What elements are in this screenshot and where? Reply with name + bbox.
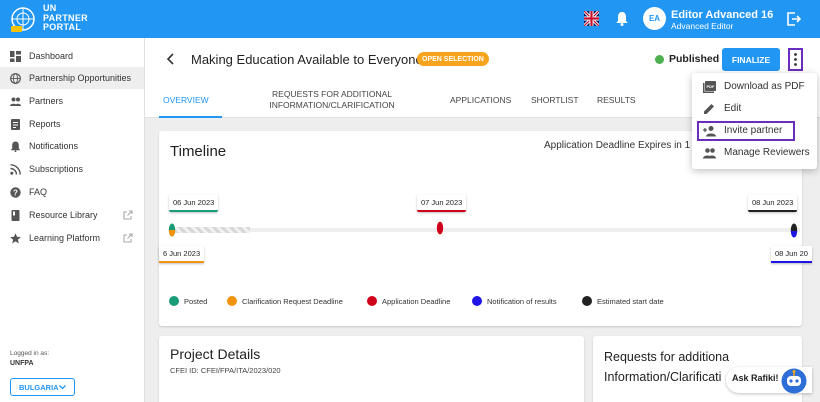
pencil-icon [704, 104, 714, 114]
date-tag-posted: 06 Jun 2023 [169, 195, 219, 212]
tab-applications[interactable]: APPLICATIONS [450, 95, 511, 106]
country-selector[interactable]: BULGARIA [10, 378, 75, 396]
robot-assistant-icon[interactable] [781, 368, 807, 394]
tab-results[interactable]: RESULTS [597, 95, 636, 106]
finalize-button[interactable]: FINALIZE [722, 48, 780, 71]
bell-icon [11, 141, 20, 152]
sidebar-item-label: Resource Library [29, 210, 98, 220]
application-deadline-marker [436, 221, 444, 235]
rss-icon [10, 163, 21, 175]
timeline-track [170, 228, 800, 232]
menu-item-label: Download as PDF [724, 81, 805, 92]
sidebar-item-label: Notifications [29, 141, 79, 151]
logged-in-org: UNFPA [10, 360, 34, 367]
legend-start-date: Estimated start date [582, 296, 664, 306]
date-tag-notification: 08 Jun 20 [771, 246, 812, 263]
top-bar: UN PARTNER PORTAL EA Editor Advanced 16 … [0, 0, 820, 38]
legend-dot [367, 296, 377, 306]
project-details-title: Project Details [170, 346, 261, 362]
ask-assistant-label: Ask Rafiki! [732, 373, 779, 383]
posted-marker [168, 223, 176, 237]
uk-flag-icon[interactable] [584, 11, 599, 26]
user-name[interactable]: Editor Advanced 16 [671, 9, 773, 21]
legend-notification: Notification of results [472, 296, 557, 306]
report-icon [11, 118, 20, 130]
status-badge: OPEN SELECTION [417, 52, 489, 66]
bell-icon[interactable] [615, 11, 629, 26]
start-date-marker [790, 223, 798, 238]
date-tag-start-date: 08 Jun 2023 [748, 195, 798, 212]
tab-overview[interactable]: OVERVIEW [163, 95, 209, 106]
menu-item-download-pdf[interactable]: PDF Download as PDF [692, 76, 817, 98]
sidebar-item-label: Partners [29, 96, 64, 106]
kebab-menu-icon [794, 53, 797, 66]
sidebar-item-partners[interactable]: Partners [0, 90, 144, 112]
deadline-countdown: Application Deadline Expires in 1 c [544, 140, 698, 151]
help-icon: ? [10, 186, 21, 198]
published-label: Published [669, 53, 720, 65]
timeline-title: Timeline [170, 143, 227, 160]
sidebar-item-label: Partnership Opportunities [29, 73, 132, 83]
back-arrow-icon[interactable] [166, 53, 176, 65]
date-tag-clarification: 6 Jun 2023 [159, 246, 205, 263]
invite-partner-highlight [697, 121, 795, 141]
external-link-icon [123, 210, 133, 220]
legend-posted: Posted [169, 296, 207, 306]
un-logo-icon[interactable] [8, 4, 38, 34]
sidebar-item-label: FAQ [29, 187, 48, 197]
external-link-icon [123, 233, 133, 243]
group-icon [703, 148, 716, 159]
avatar[interactable]: EA [643, 7, 666, 30]
logout-icon[interactable] [787, 12, 801, 26]
date-tag-application-deadline: 07 Jun 2023 [417, 195, 467, 212]
sidebar-item-notifications[interactable]: Notifications [0, 135, 144, 157]
svg-text:PDF: PDF [707, 84, 716, 89]
requests-title: Requests for additional Information/Clar… [604, 350, 729, 384]
sidebar-item-label: Learning Platform [29, 233, 101, 243]
svg-text:?: ? [13, 188, 18, 197]
sidebar-item-resource-library[interactable]: Resource Library [0, 204, 144, 226]
legend-dot [169, 296, 179, 306]
menu-item-label: Edit [724, 103, 742, 114]
more-options-button[interactable] [788, 48, 803, 71]
published-status-dot [655, 55, 664, 64]
sidebar-item-reports[interactable]: Reports [0, 113, 144, 135]
legend-dot [582, 296, 592, 306]
sidebar-item-subscriptions[interactable]: Subscriptions [0, 158, 144, 180]
chevron-down-icon [59, 385, 66, 390]
sidebar-item-learning-platform[interactable]: Learning Platform [0, 227, 144, 249]
sidebar-item-partnership-opportunities[interactable]: Partnership Opportunities [0, 67, 144, 89]
timeline-elapsed-bar [175, 227, 250, 233]
star-icon [10, 232, 21, 243]
sidebar-item-label: Dashboard [29, 51, 74, 61]
sidebar: Dashboard Partnership Opportunities Part… [0, 38, 145, 402]
legend-dot [227, 296, 237, 306]
dashboard-icon [10, 50, 21, 62]
logged-in-label: Logged in as: [10, 350, 50, 357]
legend-dot [472, 296, 482, 306]
sidebar-item-faq[interactable]: ? FAQ [0, 181, 144, 203]
globe-icon [10, 72, 21, 84]
active-tab-indicator [159, 116, 222, 118]
sidebar-item-label: Subscriptions [29, 164, 84, 174]
pdf-icon: PDF [703, 81, 716, 93]
book-icon [11, 209, 20, 221]
people-icon [10, 97, 21, 106]
country-label: BULGARIA [19, 382, 59, 392]
sidebar-item-dashboard[interactable]: Dashboard [0, 45, 144, 67]
tab-requests[interactable]: REQUESTS FOR ADDITIONAL INFORMATION/CLAR… [262, 89, 402, 111]
cfei-id: CFEI ID: CFEI/FPA/ITA/2023/020 [170, 366, 281, 375]
sidebar-item-label: Reports [29, 119, 61, 129]
brand-name: UN PARTNER PORTAL [43, 3, 88, 32]
menu-item-manage-reviewers[interactable]: Manage Reviewers [692, 142, 817, 164]
legend-clarification: Clarification Request Deadline [227, 296, 343, 306]
menu-item-edit[interactable]: Edit [692, 98, 817, 120]
menu-item-label: Manage Reviewers [724, 147, 810, 158]
page-title: Making Education Available to Everyone [191, 52, 423, 67]
legend-application-deadline: Application Deadline [367, 296, 450, 306]
tab-shortlist[interactable]: SHORTLIST [531, 95, 579, 106]
user-role: Advanced Editor [671, 21, 734, 31]
